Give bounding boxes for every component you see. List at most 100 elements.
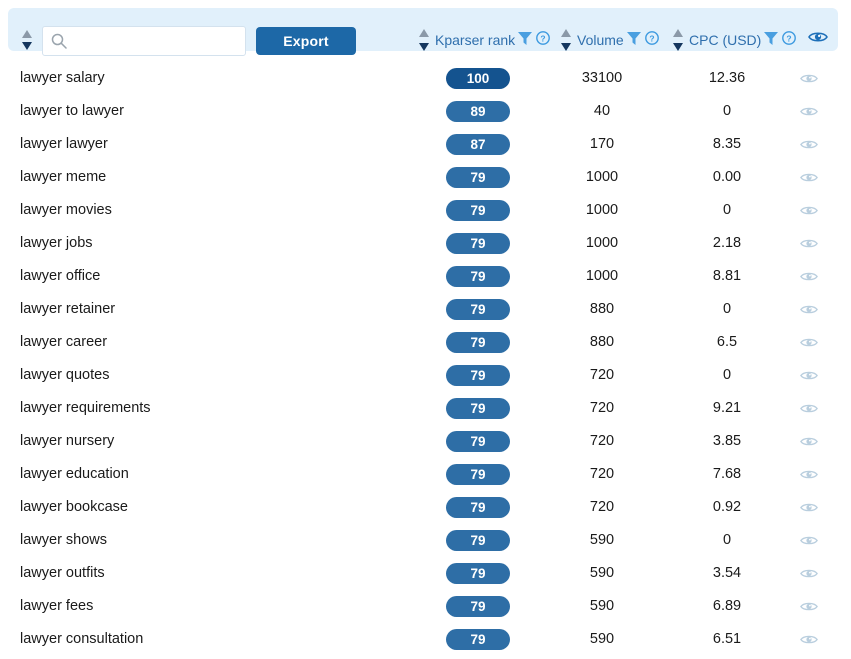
volume-cell: 880 bbox=[589, 334, 615, 350]
keyword-cell[interactable]: lawyer shows bbox=[20, 524, 107, 557]
search-input[interactable] bbox=[73, 27, 247, 57]
table-row[interactable]: lawyer requirements 79 720 9.21 bbox=[0, 392, 851, 425]
table-row[interactable]: lawyer fees 79 590 6.89 bbox=[0, 590, 851, 623]
table-row[interactable]: lawyer retainer 79 880 0 bbox=[0, 293, 851, 326]
column-header-label: CPC (USD) bbox=[689, 32, 762, 48]
cpc-cell: 6.5 bbox=[716, 334, 738, 350]
table-row[interactable]: lawyer nursery 79 720 3.85 bbox=[0, 425, 851, 458]
sort-toggle-keyword[interactable] bbox=[22, 30, 33, 50]
column-header-volume[interactable]: Volume ? bbox=[561, 29, 659, 51]
toggle-visibility-icon[interactable] bbox=[800, 468, 818, 486]
cpc-cell: 3.85 bbox=[712, 433, 742, 449]
kparser-rank-badge: 79 bbox=[446, 299, 510, 320]
table-row[interactable]: lawyer shows 79 590 0 bbox=[0, 524, 851, 557]
cpc-cell: 9.21 bbox=[712, 400, 742, 416]
keyword-cell[interactable]: lawyer salary bbox=[20, 62, 105, 95]
keyword-cell[interactable]: lawyer quotes bbox=[20, 359, 109, 392]
column-header-cpc[interactable]: CPC (USD) ? bbox=[673, 29, 797, 52]
table-row[interactable]: lawyer meme 79 1000 0.00 bbox=[0, 161, 851, 194]
keyword-cell[interactable]: lawyer lawyer bbox=[20, 128, 108, 161]
svg-text:?: ? bbox=[541, 33, 546, 43]
table-row[interactable]: lawyer bookcase 79 720 0.92 bbox=[0, 491, 851, 524]
toggle-visibility-icon[interactable] bbox=[800, 633, 818, 651]
keywords-table: lawyer salary 100 33100 12.36 lawyer to lawy… bbox=[0, 62, 851, 656]
keyword-cell[interactable]: lawyer retainer bbox=[20, 293, 115, 326]
volume-cell: 1000 bbox=[585, 235, 619, 251]
toggle-visibility-icon[interactable] bbox=[800, 567, 818, 585]
toggle-visibility-icon[interactable] bbox=[800, 138, 818, 156]
export-button[interactable]: Export bbox=[256, 27, 356, 55]
kparser-rank-badge: 79 bbox=[446, 497, 510, 518]
keyword-cell[interactable]: lawyer career bbox=[20, 326, 107, 359]
search-field-wrapper[interactable] bbox=[42, 26, 247, 57]
keyword-cell[interactable]: lawyer to lawyer bbox=[20, 95, 124, 128]
filter-funnel-icon[interactable] bbox=[516, 29, 534, 52]
sort-toggle-volume[interactable] bbox=[561, 29, 572, 51]
kparser-rank-badge: 79 bbox=[446, 233, 510, 254]
filter-funnel-icon[interactable] bbox=[625, 29, 643, 52]
toggle-visibility-icon[interactable] bbox=[800, 600, 818, 618]
help-icon[interactable]: ? bbox=[644, 30, 659, 50]
table-row[interactable]: lawyer lawyer 87 170 8.35 bbox=[0, 128, 851, 161]
volume-cell: 170 bbox=[589, 136, 615, 152]
toggle-visibility-icon[interactable] bbox=[800, 303, 818, 321]
toggle-visibility-icon[interactable] bbox=[800, 105, 818, 123]
toggle-visibility-icon[interactable] bbox=[800, 369, 818, 387]
keyword-cell[interactable]: lawyer meme bbox=[20, 161, 106, 194]
keyword-cell[interactable]: lawyer fees bbox=[20, 590, 93, 623]
toggle-visibility-icon[interactable] bbox=[800, 435, 818, 453]
keyword-cell[interactable]: lawyer education bbox=[20, 458, 129, 491]
keyword-cell[interactable]: lawyer requirements bbox=[20, 392, 151, 425]
toggle-visibility-icon[interactable] bbox=[800, 72, 818, 90]
table-row[interactable]: lawyer quotes 79 720 0 bbox=[0, 359, 851, 392]
toggle-visibility-icon[interactable] bbox=[800, 501, 818, 519]
column-header-label: Volume bbox=[577, 32, 624, 48]
table-row[interactable]: lawyer movies 79 1000 0 bbox=[0, 194, 851, 227]
keyword-cell[interactable]: lawyer bookcase bbox=[20, 491, 128, 524]
keyword-cell[interactable]: lawyer jobs bbox=[20, 227, 93, 260]
help-icon[interactable]: ? bbox=[782, 30, 797, 50]
cpc-cell: 12.36 bbox=[708, 70, 746, 86]
table-row[interactable]: lawyer career 79 880 6.5 bbox=[0, 326, 851, 359]
toggle-visibility-all-icon[interactable] bbox=[808, 30, 828, 49]
kparser-rank-badge: 79 bbox=[446, 398, 510, 419]
table-row[interactable]: lawyer to lawyer 89 40 0 bbox=[0, 95, 851, 128]
kparser-rank-badge: 79 bbox=[446, 167, 510, 188]
keyword-cell[interactable]: lawyer office bbox=[20, 260, 100, 293]
table-row[interactable]: lawyer office 79 1000 8.81 bbox=[0, 260, 851, 293]
sort-descending-arrow-icon bbox=[673, 43, 683, 51]
keyword-cell[interactable]: lawyer consultation bbox=[20, 623, 143, 656]
volume-cell: 720 bbox=[589, 433, 615, 449]
keyword-cell[interactable]: lawyer nursery bbox=[20, 425, 114, 458]
volume-cell: 33100 bbox=[581, 70, 623, 86]
column-header-kparser-rank[interactable]: Kparser rank ? bbox=[419, 29, 551, 52]
toggle-visibility-icon[interactable] bbox=[800, 336, 818, 354]
sort-toggle-kparser-rank[interactable] bbox=[419, 29, 430, 51]
toggle-visibility-icon[interactable] bbox=[800, 171, 818, 189]
sort-toggle-cpc[interactable] bbox=[673, 29, 684, 51]
kparser-rank-badge: 79 bbox=[446, 266, 510, 287]
filter-funnel-icon[interactable] bbox=[762, 29, 780, 52]
toggle-visibility-icon[interactable] bbox=[800, 270, 818, 288]
toggle-visibility-icon[interactable] bbox=[800, 402, 818, 420]
search-icon bbox=[51, 33, 67, 54]
kparser-rank-badge: 79 bbox=[446, 530, 510, 551]
table-row[interactable]: lawyer consultation 79 590 6.51 bbox=[0, 623, 851, 656]
toggle-visibility-icon[interactable] bbox=[800, 534, 818, 552]
toggle-visibility-icon[interactable] bbox=[800, 204, 818, 222]
cpc-cell: 8.81 bbox=[712, 268, 742, 284]
volume-cell: 40 bbox=[593, 103, 611, 119]
table-row[interactable]: lawyer education 79 720 7.68 bbox=[0, 458, 851, 491]
sort-descending-arrow-icon bbox=[22, 42, 32, 50]
table-row[interactable]: lawyer outfits 79 590 3.54 bbox=[0, 557, 851, 590]
kparser-rank-badge: 79 bbox=[446, 563, 510, 584]
svg-text:?: ? bbox=[649, 33, 654, 43]
cpc-cell: 0.92 bbox=[712, 499, 742, 515]
help-icon[interactable]: ? bbox=[536, 30, 551, 50]
keyword-cell[interactable]: lawyer movies bbox=[20, 194, 112, 227]
table-row[interactable]: lawyer salary 100 33100 12.36 bbox=[0, 62, 851, 95]
toggle-visibility-icon[interactable] bbox=[800, 237, 818, 255]
keyword-cell[interactable]: lawyer outfits bbox=[20, 557, 105, 590]
table-row[interactable]: lawyer jobs 79 1000 2.18 bbox=[0, 227, 851, 260]
sort-ascending-arrow-icon bbox=[22, 30, 32, 38]
